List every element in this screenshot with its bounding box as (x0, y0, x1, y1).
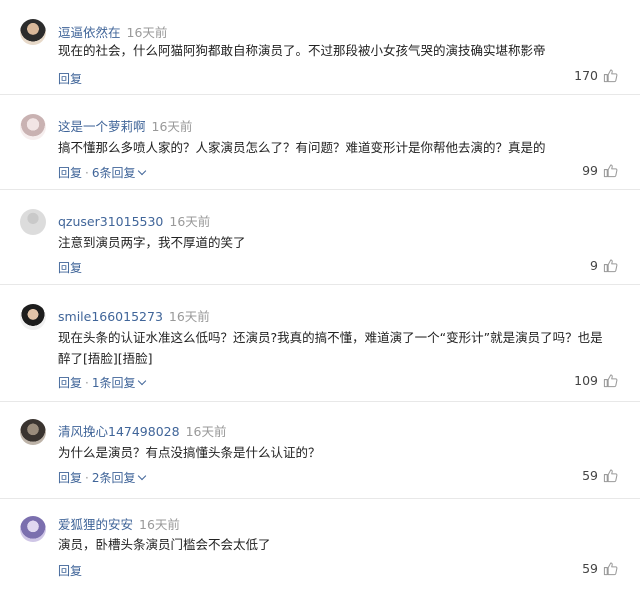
comment-meta: 爱狐狸的安安 16天前 (58, 514, 180, 533)
timestamp: 16天前 (185, 424, 227, 439)
comment-item: 逗逼依然在 16天前 现在的社会，什么阿猫阿狗都敢自称演员了。不过那段被小女孩气哭… (0, 0, 640, 95)
replies-count: 2条回复 (91, 471, 136, 485)
thumbs-up-icon (603, 259, 618, 273)
avatar[interactable] (20, 419, 46, 445)
comment-text: 现在头条的认证水准这么低吗？还演员?我真的搞不懂，难道演了一个“变形计”就是演员… (58, 330, 603, 366)
username[interactable]: 这是一个萝莉啊 (58, 119, 146, 134)
like-button[interactable]: 59 (582, 561, 618, 576)
like-count: 59 (582, 468, 598, 483)
username[interactable]: qzuser31015530 (58, 214, 163, 229)
like-button[interactable]: 170 (574, 68, 618, 83)
timestamp: 16天前 (139, 517, 180, 532)
username[interactable]: 逗逼依然在 (58, 25, 121, 40)
thumbs-up-icon (603, 164, 618, 178)
like-count: 9 (590, 258, 598, 273)
comment-actions: 回复 (58, 562, 82, 579)
timestamp: 16天前 (126, 25, 168, 40)
timestamp: 16天前 (168, 309, 210, 324)
separator: · (85, 471, 89, 485)
like-count: 109 (574, 373, 598, 388)
comment-item: 清风挽心147498028 16天前 为什么是演员？有点没搞懂头条是什么认证的？ … (0, 402, 640, 499)
thumbs-up-icon (603, 69, 618, 83)
comment-text: 注意到演员两字，我不厚道的笑了 (58, 235, 246, 250)
like-button[interactable]: 99 (582, 163, 618, 178)
replies-count: 1条回复 (91, 376, 136, 390)
view-replies-button[interactable]: 1条回复 (91, 376, 147, 390)
username[interactable]: 爱狐狸的安安 (58, 517, 133, 532)
comment-meta: 逗逼依然在 16天前 (58, 22, 167, 41)
like-button[interactable]: 59 (582, 468, 618, 483)
comment-actions: 回复 · 6条回复 (58, 164, 147, 181)
chevron-down-icon (138, 166, 147, 176)
reply-button[interactable]: 回复 (58, 376, 82, 390)
comment-item: 这是一个萝莉啊 16天前 搞不懂那么多喷人家的？人家演员怎么了？有问题？难道变形计… (0, 95, 640, 190)
like-button[interactable]: 9 (590, 258, 618, 273)
like-count: 170 (574, 68, 598, 83)
avatar[interactable] (20, 19, 46, 45)
like-count: 59 (582, 561, 598, 576)
thumbs-up-icon (603, 374, 618, 388)
comment-meta: 清风挽心147498028 16天前 (58, 421, 226, 440)
reply-button[interactable]: 回复 (58, 166, 82, 180)
chevron-down-icon (138, 471, 147, 481)
avatar[interactable] (20, 114, 46, 140)
comment-meta: smile166015273 16天前 (58, 306, 210, 325)
separator: · (85, 376, 89, 390)
comment-item: qzuser31015530 16天前 注意到演员两字，我不厚道的笑了 回复 9 (0, 190, 640, 285)
thumbs-up-icon (603, 562, 618, 576)
comment-item: smile166015273 16天前 现在头条的认证水准这么低吗？还演员?我真的… (0, 285, 640, 402)
comment-text: 现在的社会，什么阿猫阿狗都敢自称演员了。不过那段被小女孩气哭的演技确实堪称影帝 (58, 43, 546, 58)
avatar[interactable] (20, 209, 46, 235)
comment-meta: 这是一个萝莉啊 16天前 (58, 116, 192, 135)
separator: · (85, 166, 89, 180)
comment-item: 爱狐狸的安安 16天前 演员，卧槽头条演员门槛会不会太低了 回复 59 (0, 499, 640, 595)
view-replies-button[interactable]: 6条回复 (91, 166, 147, 180)
reply-button[interactable]: 回复 (58, 564, 82, 578)
timestamp: 16天前 (169, 214, 211, 229)
comment-text: 搞不懂那么多喷人家的？人家演员怎么了？有问题？难道变形计是你帮他去演的？真是的 (58, 140, 546, 155)
username[interactable]: 清风挽心147498028 (58, 424, 180, 439)
comment-text: 为什么是演员？有点没搞懂头条是什么认证的？ (58, 445, 321, 460)
comment-actions: 回复 · 1条回复 (58, 374, 147, 391)
comment-actions: 回复 (58, 70, 82, 87)
reply-button[interactable]: 回复 (58, 471, 82, 485)
avatar[interactable] (20, 304, 46, 330)
chevron-down-icon (138, 376, 147, 386)
comment-actions: 回复 · 2条回复 (58, 469, 147, 486)
view-replies-button[interactable]: 2条回复 (91, 471, 147, 485)
avatar[interactable] (20, 516, 46, 542)
reply-button[interactable]: 回复 (58, 72, 82, 86)
comment-actions: 回复 (58, 259, 82, 276)
thumbs-up-icon (603, 469, 618, 483)
like-count: 99 (582, 163, 598, 178)
reply-button[interactable]: 回复 (58, 261, 82, 275)
like-button[interactable]: 109 (574, 373, 618, 388)
timestamp: 16天前 (151, 119, 193, 134)
username[interactable]: smile166015273 (58, 309, 163, 324)
comment-meta: qzuser31015530 16天前 (58, 211, 210, 230)
comment-list: 逗逼依然在 16天前 现在的社会，什么阿猫阿狗都敢自称演员了。不过那段被小女孩气哭… (0, 0, 640, 595)
replies-count: 6条回复 (91, 166, 136, 180)
comment-text: 演员，卧槽头条演员门槛会不会太低了 (58, 537, 271, 552)
